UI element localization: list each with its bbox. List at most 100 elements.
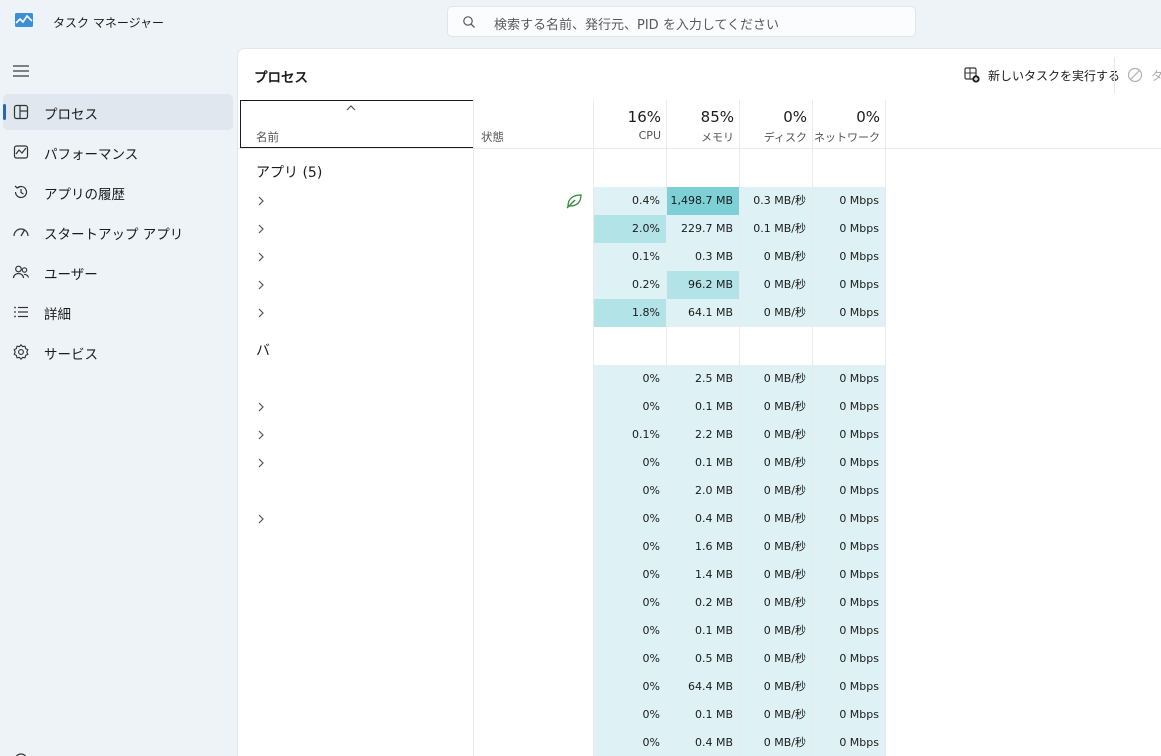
cpu-cell: 0% <box>594 561 666 589</box>
memory-cell: 64.1 MB <box>667 299 739 327</box>
run-task-icon <box>964 67 980 83</box>
cpu-cell: 0% <box>594 533 666 561</box>
group-apps-title[interactable]: アプリ (5) <box>256 162 322 182</box>
nav-label: サービス <box>44 347 98 363</box>
disk-cell: 0 MB/秒 <box>740 477 812 505</box>
chevron-right-icon[interactable] <box>256 252 266 262</box>
disk-cell: 0 MB/秒 <box>740 505 812 533</box>
chevron-right-icon[interactable] <box>256 308 266 318</box>
task-manager-app-icon <box>15 13 33 27</box>
network-cell: 0 Mbps <box>813 187 885 215</box>
run-task-label: 新しいタスクを実行する <box>988 69 1121 83</box>
network-cell: 0 Mbps <box>813 589 885 617</box>
disk-cell: 0 MB/秒 <box>740 299 812 327</box>
nav-item-startup-apps[interactable]: スタートアップ アプリ <box>3 214 233 250</box>
network-column-label[interactable]: ネットワーク <box>813 129 880 145</box>
network-cell: 0 Mbps <box>813 365 885 393</box>
network-cell: 0 Mbps <box>813 505 885 533</box>
network-total-percent[interactable]: 0% <box>813 108 880 126</box>
disk-cell: 0 MB/秒 <box>740 673 812 701</box>
network-cell: 0 Mbps <box>813 617 885 645</box>
disk-cell: 0 MB/秒 <box>740 533 812 561</box>
details-icon <box>14 306 28 318</box>
disk-column-label[interactable]: ディスク <box>740 129 807 145</box>
services-icon <box>13 343 29 361</box>
end-task-label: タ <box>1151 67 1161 84</box>
processes-icon <box>13 104 29 120</box>
cpu-column-label[interactable]: CPU <box>594 129 661 142</box>
title-bar: タスク マネージャー 検索する名前、発行元、PID を入力してください <box>0 0 1161 46</box>
nav-label: ユーザー <box>44 267 98 283</box>
end-task-icon <box>1127 67 1143 83</box>
cpu-total-percent[interactable]: 16% <box>594 108 661 126</box>
name-column-label: 名前 <box>256 130 279 144</box>
disk-cell: 0 MB/秒 <box>740 561 812 589</box>
hamburger-menu-icon[interactable] <box>12 64 30 78</box>
active-indicator <box>3 104 6 120</box>
chevron-right-icon[interactable] <box>256 430 266 440</box>
performance-icon <box>13 145 29 159</box>
nav-item-app-history[interactable]: アプリの履歴 <box>3 174 233 210</box>
chevron-right-icon[interactable] <box>256 280 266 290</box>
search-placeholder[interactable]: 検索する名前、発行元、PID を入力してください <box>494 14 779 33</box>
disk-cell: 0 MB/秒 <box>740 393 812 421</box>
cpu-cell: 0% <box>594 701 666 729</box>
disk-cell: 0.1 MB/秒 <box>740 215 812 243</box>
cpu-cell: 0% <box>594 393 666 421</box>
status-column-header[interactable]: 状態 <box>481 129 504 145</box>
disk-cell: 0 MB/秒 <box>740 243 812 271</box>
settings-icon[interactable] <box>12 750 30 756</box>
cpu-cell: 0.1% <box>594 421 666 449</box>
chevron-right-icon[interactable] <box>256 196 266 206</box>
page-title: プロセス <box>254 70 308 86</box>
memory-cell: 0.1 MB <box>667 393 739 421</box>
network-cell: 0 Mbps <box>813 701 885 729</box>
task-manager-window: タスク マネージャー 検索する名前、発行元、PID を入力してください プロセス <box>0 0 1161 756</box>
cpu-cell: 0% <box>594 449 666 477</box>
memory-total-percent[interactable]: 85% <box>667 108 734 126</box>
network-cell: 0 Mbps <box>813 215 885 243</box>
network-cell: 0 Mbps <box>813 533 885 561</box>
search-icon <box>463 16 475 28</box>
nav-item-details[interactable]: 詳細 <box>3 294 233 330</box>
header-divider <box>238 148 1161 149</box>
memory-column-label[interactable]: メモリ <box>667 129 734 145</box>
app-history-icon <box>14 185 28 199</box>
cpu-cell: 1.8% <box>594 299 666 327</box>
network-cell: 0 Mbps <box>813 477 885 505</box>
disk-cell: 0.3 MB/秒 <box>740 187 812 215</box>
users-icon <box>12 265 30 279</box>
cpu-cell: 0% <box>594 365 666 393</box>
chevron-right-icon[interactable] <box>256 224 266 234</box>
nav-item-processes[interactable]: プロセス <box>3 94 233 130</box>
network-cell: 0 Mbps <box>813 421 885 449</box>
group-background-title[interactable]: バ <box>256 340 270 360</box>
chevron-right-icon[interactable] <box>256 514 266 524</box>
memory-cell: 96.2 MB <box>667 271 739 299</box>
cpu-cell: 2.0% <box>594 215 666 243</box>
nav-item-services[interactable]: サービス <box>3 334 233 370</box>
nav-item-performance[interactable]: パフォーマンス <box>3 134 233 170</box>
cpu-cell: 0.2% <box>594 271 666 299</box>
memory-cell: 1.6 MB <box>667 533 739 561</box>
memory-cell: 0.1 MB <box>667 449 739 477</box>
network-cell: 0 Mbps <box>813 243 885 271</box>
disk-total-percent[interactable]: 0% <box>740 108 807 126</box>
cpu-cell: 0% <box>594 505 666 533</box>
disk-cell: 0 MB/秒 <box>740 701 812 729</box>
chevron-right-icon[interactable] <box>256 458 266 468</box>
cpu-cell: 0% <box>594 645 666 673</box>
memory-cell: 0.5 MB <box>667 645 739 673</box>
chevron-right-icon[interactable] <box>256 402 266 412</box>
cpu-cell: 0.1% <box>594 243 666 271</box>
nav-label: プロセス <box>44 107 98 123</box>
memory-cell: 2.2 MB <box>667 421 739 449</box>
cpu-cell: 0.4% <box>594 187 666 215</box>
search-box[interactable]: 検索する名前、発行元、PID を入力してください <box>447 6 916 37</box>
nav-label: アプリの履歴 <box>44 187 125 203</box>
disk-cell: 0 MB/秒 <box>740 617 812 645</box>
nav-item-users[interactable]: ユーザー <box>3 254 233 290</box>
disk-cell: 0 MB/秒 <box>740 365 812 393</box>
cpu-cell: 0% <box>594 477 666 505</box>
memory-cell: 229.7 MB <box>667 215 739 243</box>
